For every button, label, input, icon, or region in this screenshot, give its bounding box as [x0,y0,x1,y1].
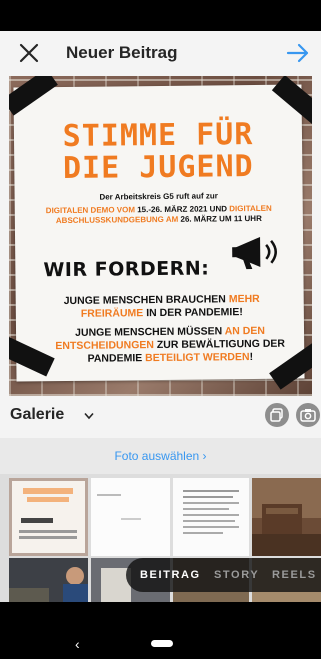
poster-demand-heading: WIR FORDERN: [43,257,210,282]
home-nav-icon[interactable] [151,640,173,647]
chevron-right-icon: › [202,449,207,463]
megaphone-icon [232,236,277,270]
select-photo-link[interactable]: Foto auswählen › [0,438,321,474]
gallery-thumbnail[interactable] [91,478,170,556]
back-nav-icon[interactable]: ‹ [75,636,80,652]
camera-icon [300,409,316,422]
mode-post-tab[interactable]: BEITRAG [140,569,201,581]
post-preview[interactable]: STIMME FÜR DIE JUGEND Der Arbeitskreis G… [9,76,312,396]
poster-org-line: Der Arbeitskreis G5 ruft auf zur [99,191,218,202]
multi-select-icon [270,408,283,422]
camera-button[interactable] [296,403,320,427]
status-bar [0,0,321,31]
poster-demand-1: JUNGE MENSCHEN BRAUCHEN MEHR FREIRÄUME I… [63,292,260,320]
poster-headline-line2: DIE JUGEND [62,149,254,187]
header: Neuer Beitrag [0,31,321,76]
mode-reels-tab[interactable]: REELS [272,569,317,581]
chevron-down-icon[interactable] [84,412,94,420]
gallery-thumbnail[interactable] [173,478,249,556]
bottom-panel [0,602,321,629]
mode-story-tab[interactable]: STORY [214,569,259,581]
poster-demand-2: JUNGE MENSCHEN MÜSSEN AN DEN ENTSCHEIDUN… [55,324,286,365]
close-icon[interactable] [17,41,41,65]
poster-demo-text: DIGITALEN DEMO VOM 15.-26. MÄRZ 2021 UND… [45,203,272,226]
system-nav-bar: ‹ [0,629,321,659]
gallery-toolbar: Galerie [0,396,321,438]
gallery-dropdown[interactable]: Galerie [10,406,64,424]
gallery-thumbnail[interactable] [9,558,88,602]
poster: STIMME FÜR DIE JUGEND Der Arbeitskreis G… [13,84,305,382]
gallery-thumbnail[interactable] [252,478,321,556]
select-multiple-button[interactable] [265,403,289,427]
mode-switcher: BEITRAG STORY REELS [126,558,321,592]
gallery-thumbnail[interactable] [9,478,88,556]
next-arrow-icon[interactable] [286,42,310,64]
page-title: Neuer Beitrag [66,43,178,62]
